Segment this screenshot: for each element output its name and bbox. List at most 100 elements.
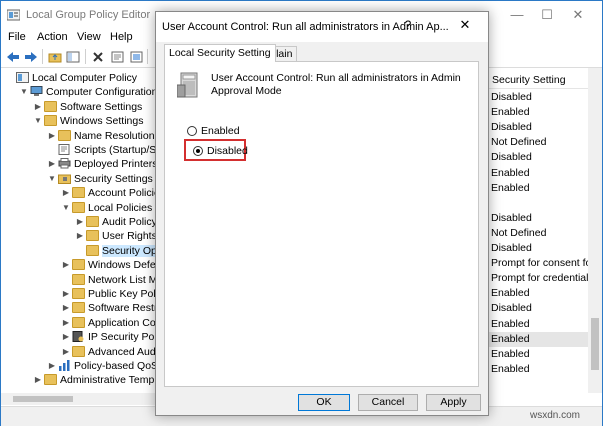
forward-arrow-icon[interactable] [23,49,39,64]
cancel-button[interactable]: Cancel [358,394,418,411]
tree-item-label: Software Restrictic [88,302,157,315]
tree-item[interactable]: Scripts (Startup/Shutd [47,143,157,157]
list-item[interactable]: Disabled [491,90,532,105]
tree-item[interactable]: ▶ Software Settings [33,100,142,114]
expand-chevron-icon[interactable]: ▶ [61,330,71,344]
back-arrow-icon[interactable] [5,49,21,64]
expand-chevron-icon[interactable]: ▶ [75,229,85,243]
tree-item[interactable]: ▶ Name Resolution Poli [47,129,157,143]
close-icon[interactable]: ✕ [564,6,592,24]
tab-panel: User Account Control: Run all administra… [164,61,479,387]
tree-item[interactable]: Security Optic [75,244,157,258]
list-item[interactable]: Disabled [491,150,532,165]
computer-icon [30,86,43,97]
maximize-icon[interactable]: ☐ [533,6,561,24]
expand-chevron-icon[interactable]: ▶ [33,100,43,114]
ok-button[interactable]: OK [298,394,350,411]
list-item[interactable]: Enabled [491,317,530,332]
list-item[interactable]: Prompt for consent for [491,256,595,271]
toolbar-separator [85,49,86,64]
properties-icon[interactable] [109,49,125,64]
show-hide-tree-icon[interactable] [65,49,81,64]
list-item[interactable]: Enabled [491,181,530,196]
tree-item-label: Computer Configuration [46,86,157,99]
radio-disabled[interactable]: Disabled [193,144,248,158]
list-item[interactable]: Enabled [491,105,530,120]
tree-item[interactable]: ▶ Account Policies [61,186,157,200]
delete-icon[interactable] [90,49,106,64]
list-item[interactable]: Enabled [491,347,530,362]
expand-chevron-icon[interactable]: ▼ [47,172,57,186]
list-item[interactable]: Not Defined [491,226,546,241]
expand-chevron-icon[interactable]: ▶ [61,258,71,272]
tree-item[interactable]: ▶ Public Key Policie [61,287,157,301]
folder-icon [72,201,85,213]
list-item[interactable]: Enabled [491,362,530,377]
up-folder-icon[interactable] [47,49,63,64]
column-header-security-setting[interactable]: Security Setting [487,71,602,89]
expand-chevron-icon[interactable]: ▶ [61,287,71,301]
list-item[interactable]: Disabled [491,120,532,135]
apply-button[interactable]: Apply [426,394,481,411]
list-item[interactable]: Not Defined [491,135,546,150]
list-item[interactable]: Disabled [491,211,532,226]
tree-item[interactable]: ▶ Audit Policy [75,215,157,229]
expand-chevron-icon[interactable]: ▶ [47,129,57,143]
scrollbar-thumb[interactable] [13,396,73,402]
expand-chevron-icon[interactable]: ▶ [75,215,85,229]
tree-item[interactable]: ▶ Application Contr [61,316,157,330]
expand-chevron-icon[interactable]: ▶ [61,186,71,200]
tree-item[interactable]: ▶ Administrative Template [33,373,157,387]
minimize-icon[interactable]: — [503,6,531,24]
tree-item-label: Software Settings [60,100,143,113]
tree-item[interactable]: ▶ Deployed Printers [47,157,157,171]
radio-enabled-button[interactable] [187,126,197,136]
tree-item[interactable]: ▶ Windows Defende [61,258,157,272]
menu-view[interactable]: View [77,31,101,43]
tree-item[interactable]: ▼ Security Settings [47,172,153,186]
help-icon[interactable]: ? [400,18,416,32]
tree-item[interactable]: ▶ User Rights As [75,229,157,243]
tree-item[interactable]: Local Computer Policy [5,71,137,85]
export-list-icon[interactable] [128,49,144,64]
tree-item[interactable]: ▼ Computer Configuration [19,85,157,99]
tab-local-security-setting[interactable]: Local Security Setting [164,44,276,62]
tree-item[interactable]: ▼ Windows Settings [33,114,143,128]
expand-chevron-icon[interactable]: ▶ [47,157,57,171]
tree-item[interactable]: ▶ Policy-based QoS [47,359,157,373]
tree-item[interactable]: ▶ Advanced Audit P [61,345,157,359]
expand-chevron-icon[interactable]: ▶ [61,345,71,359]
tree-item-label: Scripts (Startup/Shutd [74,144,157,156]
tree-item[interactable]: Network List Man [61,273,157,287]
menu-action[interactable]: Action [37,31,68,43]
list-item[interactable]: Disabled [491,301,532,316]
vertical-scrollbar[interactable] [588,68,602,393]
menu-help[interactable]: Help [110,31,133,43]
tree-item[interactable]: ▼ Local Policies [61,201,152,215]
scrollbar-thumb[interactable] [591,318,599,370]
expand-chevron-icon[interactable]: ▶ [61,316,71,330]
tree-item-label: Administrative Template [60,374,157,387]
list-item[interactable]: Disabled [491,241,532,256]
radio-enabled[interactable]: Enabled [187,124,240,138]
tree-item[interactable]: ▶ IP Security Policie [61,330,157,344]
computer-policy-icon [16,72,29,83]
tree-item-label: Security Settings [74,172,153,185]
list-item[interactable]: Prompt for credentials [491,271,594,286]
menu-file[interactable]: File [8,31,26,43]
expand-chevron-icon[interactable]: ▶ [47,359,57,373]
expand-chevron-icon[interactable]: ▶ [33,373,43,387]
folder-icon [86,216,99,227]
expand-chevron-icon[interactable]: ▼ [33,114,43,128]
expand-chevron-icon[interactable]: ▼ [19,85,29,99]
expand-chevron-icon[interactable]: ▼ [61,201,71,215]
horizontal-scrollbar[interactable] [1,393,157,405]
list-item[interactable]: Enabled [491,166,530,181]
list-item[interactable]: Enabled [491,286,530,301]
expand-chevron-icon[interactable]: ▶ [61,301,71,315]
radio-disabled-button[interactable] [193,146,203,156]
tree-item[interactable]: ▶ Software Restrictic [61,301,157,315]
list-item[interactable]: Enabled [487,331,602,347]
dialog-close-icon[interactable]: ✕ [455,17,475,33]
tree-item-label: Windows Defende [88,259,157,272]
